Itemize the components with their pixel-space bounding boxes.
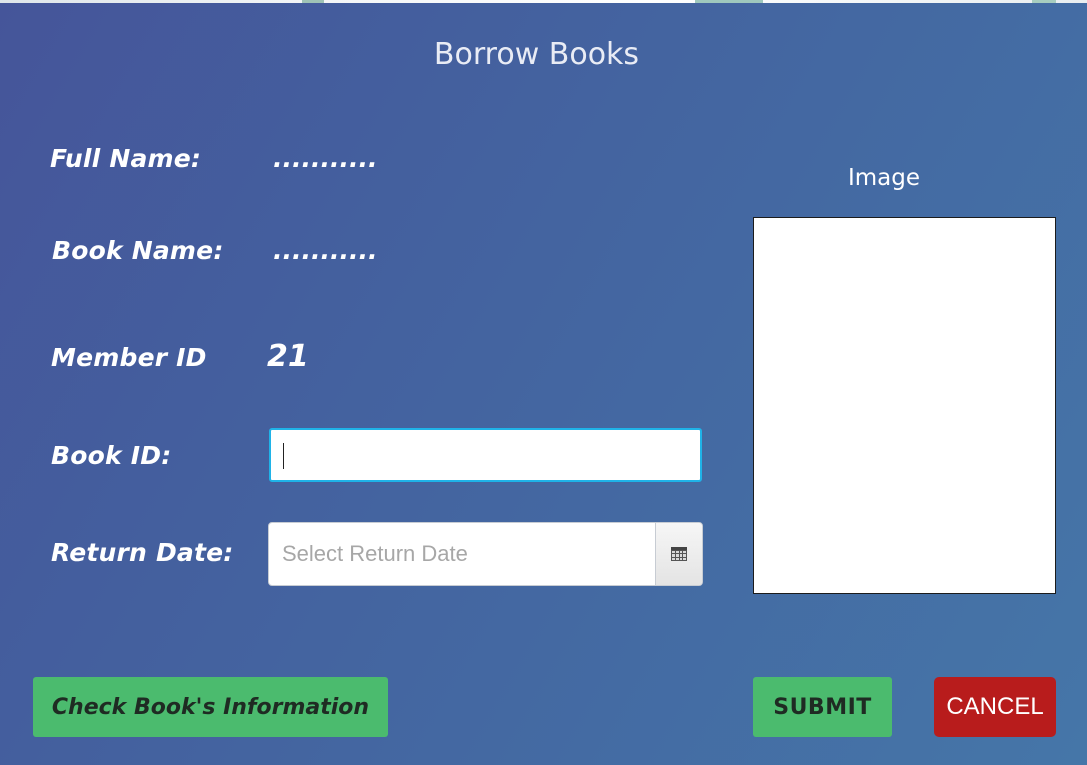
book-name-label: Book Name:: [52, 236, 224, 265]
return-date-picker[interactable]: [268, 522, 703, 586]
image-label: Image: [847, 165, 921, 191]
date-picker-button[interactable]: [655, 523, 702, 585]
full-name-label: Full Name:: [50, 144, 202, 173]
borrow-books-dialog: Borrow Books Full Name: ........... Book…: [0, 3, 1087, 765]
submit-button[interactable]: SUBMIT: [753, 677, 892, 737]
member-id-value: 21: [267, 339, 309, 374]
return-date-input[interactable]: [269, 523, 657, 585]
full-name-value: ...........: [273, 144, 378, 173]
check-book-info-button[interactable]: Check Book's Information: [33, 677, 388, 737]
return-date-label: Return Date:: [51, 538, 234, 567]
member-id-label: Member ID: [51, 343, 207, 372]
calendar-icon: [671, 547, 687, 561]
dialog-title: Borrow Books: [433, 37, 640, 72]
cancel-button[interactable]: CANCEL: [934, 677, 1056, 737]
book-id-input[interactable]: [271, 430, 700, 480]
text-caret: [283, 443, 284, 469]
book-id-label: Book ID:: [51, 441, 172, 470]
book-id-field[interactable]: [269, 428, 702, 482]
book-image-box: [753, 217, 1056, 594]
book-name-value: ...........: [273, 236, 378, 265]
